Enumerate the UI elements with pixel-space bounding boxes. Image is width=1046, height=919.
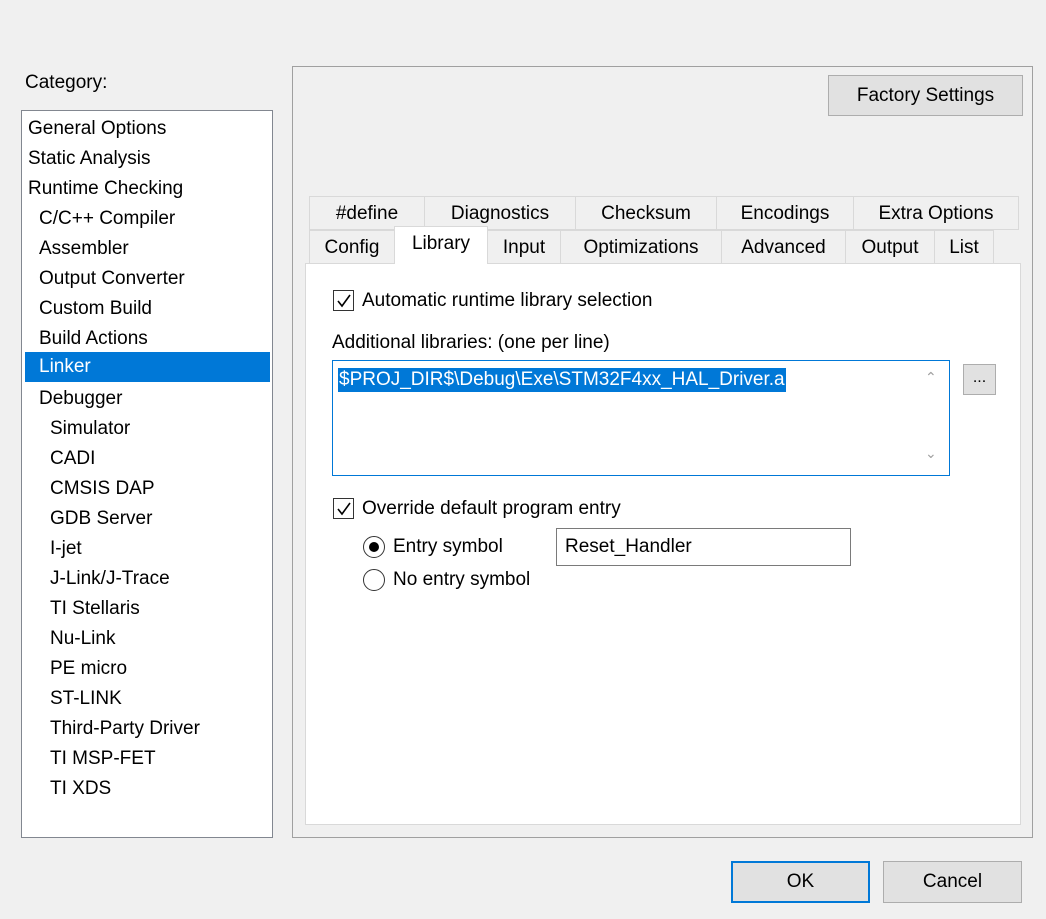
category-item-custom-build[interactable]: Custom Build [39, 294, 272, 324]
entry-symbol-label: Entry symbol [393, 536, 503, 557]
additional-libraries-textarea[interactable]: $PROJ_DIR$\Debug\Exe\STM32F4xx_HAL_Drive… [332, 360, 950, 476]
category-item-j-link[interactable]: J-Link/J-Trace [50, 564, 272, 594]
tab-encodings[interactable]: Encodings [716, 196, 854, 230]
tab-config[interactable]: Config [309, 230, 395, 264]
category-list[interactable]: General Options Static Analysis Runtime … [21, 110, 273, 838]
no-entry-symbol-radio[interactable] [363, 569, 385, 591]
scroll-down-icon[interactable]: ⌄ [925, 445, 937, 462]
textarea-scrollbar[interactable]: ⌃ ⌄ [915, 361, 949, 475]
category-item-ti-msp-fet[interactable]: TI MSP-FET [50, 744, 272, 774]
auto-runtime-checkbox[interactable] [333, 290, 354, 311]
override-entry-label: Override default program entry [362, 498, 621, 519]
category-item-c-compiler[interactable]: C/C++ Compiler [39, 204, 272, 234]
tab-library[interactable]: Library [394, 226, 488, 264]
category-item-gdb-server[interactable]: GDB Server [50, 504, 272, 534]
category-item-static-analysis[interactable]: Static Analysis [28, 144, 272, 174]
tab-checksum[interactable]: Checksum [575, 196, 717, 230]
category-item-runtime-checking[interactable]: Runtime Checking [28, 174, 272, 204]
ok-button[interactable]: OK [731, 861, 870, 903]
category-label: Category: [25, 72, 108, 93]
category-item-assembler[interactable]: Assembler [39, 234, 272, 264]
auto-runtime-label: Automatic runtime library selection [362, 290, 653, 311]
category-item-cmsis-dap[interactable]: CMSIS DAP [50, 474, 272, 504]
category-item-third-party-driver[interactable]: Third-Party Driver [50, 714, 272, 744]
checkmark-icon [337, 294, 351, 308]
scroll-up-icon[interactable]: ⌃ [925, 369, 937, 386]
factory-settings-button[interactable]: Factory Settings [828, 75, 1023, 116]
cancel-button[interactable]: Cancel [883, 861, 1022, 903]
no-entry-symbol-label: No entry symbol [393, 569, 531, 590]
additional-libraries-value: $PROJ_DIR$\Debug\Exe\STM32F4xx_HAL_Drive… [338, 368, 786, 392]
category-item-ti-stellaris[interactable]: TI Stellaris [50, 594, 272, 624]
tab-list[interactable]: List [934, 230, 994, 264]
category-item-build-actions[interactable]: Build Actions [39, 324, 272, 354]
category-item-output-converter[interactable]: Output Converter [39, 264, 272, 294]
category-item-i-jet[interactable]: I-jet [50, 534, 272, 564]
category-item-simulator[interactable]: Simulator [50, 414, 272, 444]
additional-libraries-label: Additional libraries: (one per line) [332, 332, 610, 353]
category-item-nu-link[interactable]: Nu-Link [50, 624, 272, 654]
tab-input[interactable]: Input [487, 230, 561, 264]
tab-optimizations[interactable]: Optimizations [560, 230, 722, 264]
category-item-debugger[interactable]: Debugger [39, 384, 272, 414]
category-item-pe-micro[interactable]: PE micro [50, 654, 272, 684]
tab-output[interactable]: Output [845, 230, 935, 264]
tab-extra-options[interactable]: Extra Options [853, 196, 1019, 230]
category-item-linker[interactable]: Linker [25, 352, 270, 382]
tab-define[interactable]: #define [309, 196, 425, 230]
checkmark-icon [337, 502, 351, 516]
category-item-ti-xds[interactable]: TI XDS [50, 774, 272, 804]
radio-selected-dot [369, 542, 379, 552]
entry-symbol-input[interactable]: Reset_Handler [556, 528, 851, 566]
browse-button[interactable]: ... [963, 364, 996, 395]
tab-advanced[interactable]: Advanced [721, 230, 846, 264]
tab-diagnostics[interactable]: Diagnostics [424, 196, 576, 230]
category-item-st-link[interactable]: ST-LINK [50, 684, 272, 714]
category-item-general-options[interactable]: General Options [28, 114, 272, 144]
category-item-cadi[interactable]: CADI [50, 444, 272, 474]
override-entry-checkbox[interactable] [333, 498, 354, 519]
entry-symbol-radio[interactable] [363, 536, 385, 558]
